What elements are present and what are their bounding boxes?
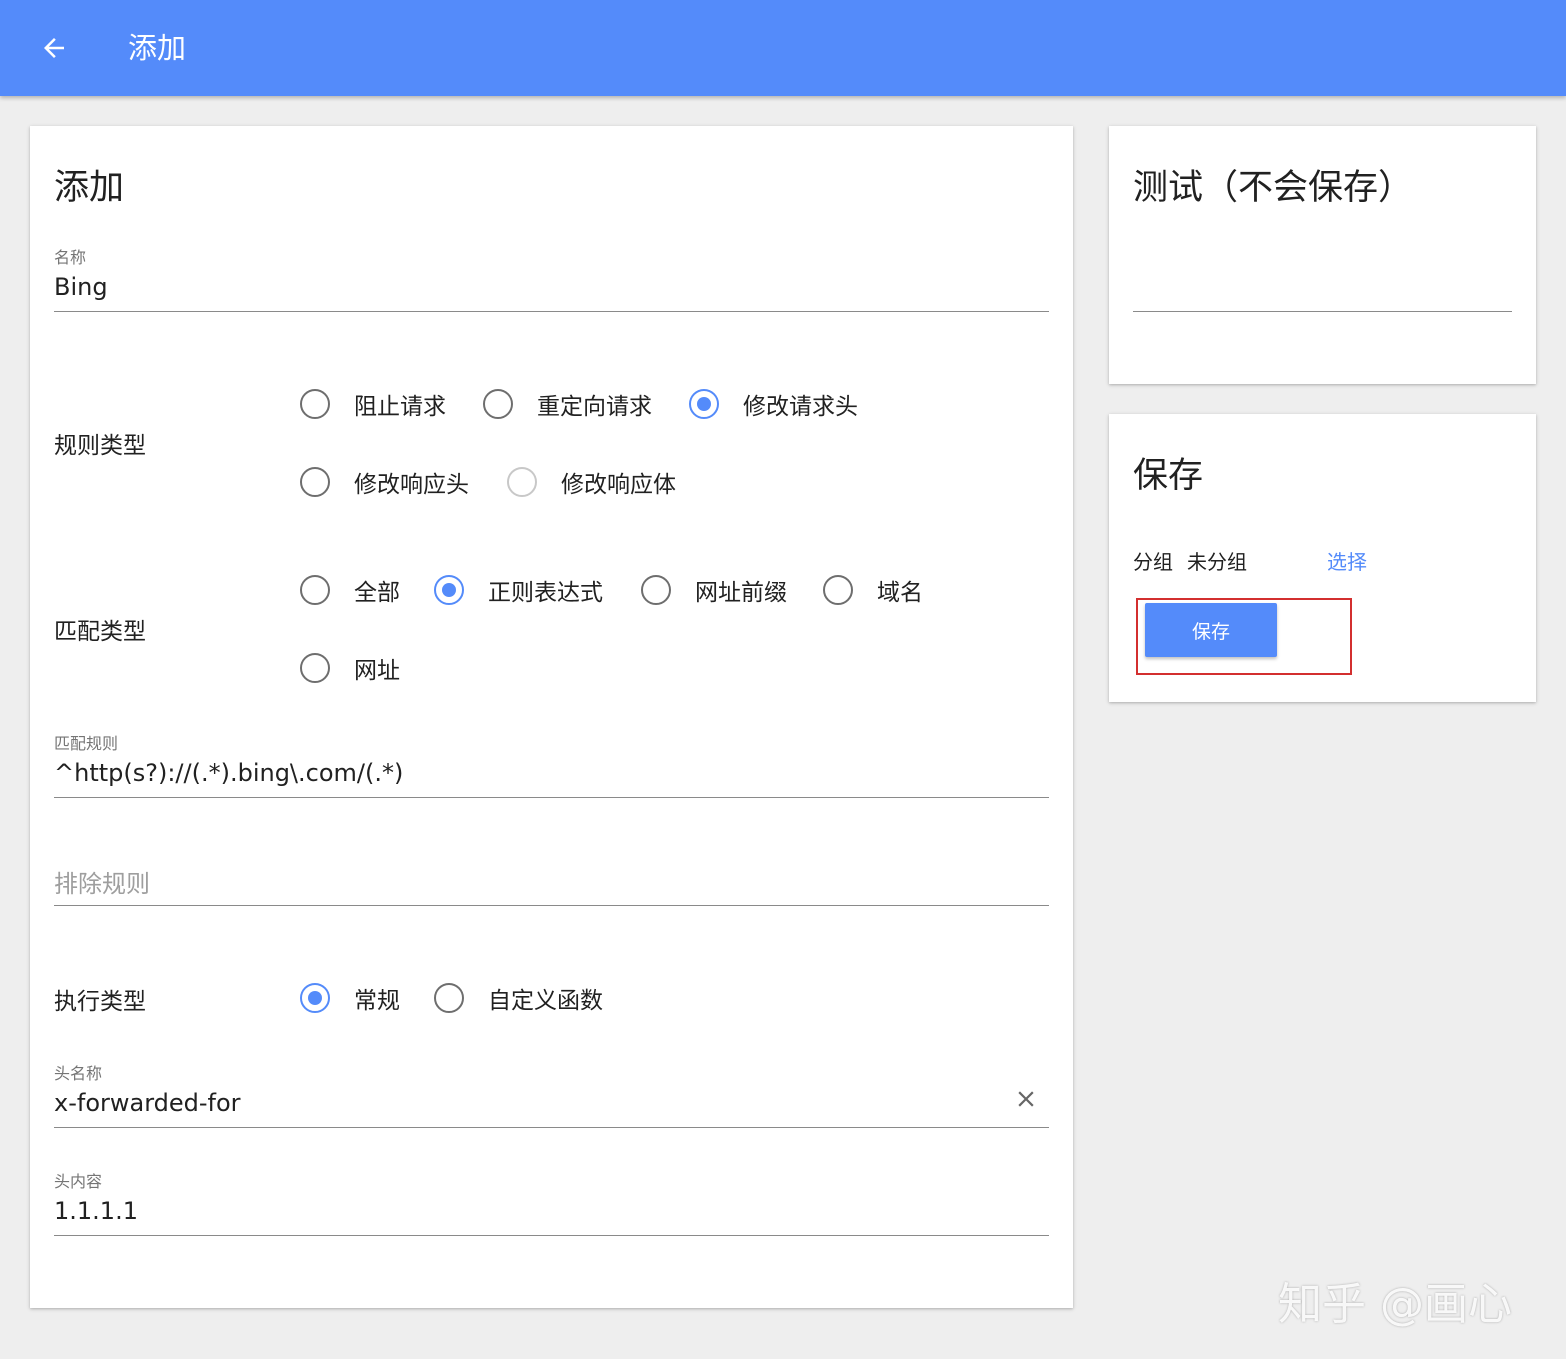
radio-checked-icon — [300, 983, 330, 1013]
header-value-underline — [54, 1235, 1049, 1236]
radio-circle-icon — [300, 653, 330, 683]
radio-label: 常规 — [354, 988, 400, 1014]
radio-redirect-request[interactable]: 重定向请求 — [483, 387, 652, 421]
radio-match-url[interactable]: 网址 — [300, 651, 400, 685]
radio-circle-icon — [300, 467, 330, 497]
radio-circle-icon — [300, 575, 330, 605]
radio-label: 正则表达式 — [488, 580, 603, 606]
match-rule-field: 匹配规则 — [54, 730, 1049, 800]
radio-circle-icon — [434, 983, 464, 1013]
test-card-title: 测试（不会保存） — [1133, 168, 1414, 208]
exclude-rule-field — [54, 866, 1049, 908]
header-name-label: 头名称 — [54, 1064, 103, 1083]
save-card-title: 保存 — [1133, 456, 1204, 496]
radio-label: 网址前缀 — [695, 580, 787, 606]
radio-exec-normal[interactable]: 常规 — [300, 981, 400, 1015]
radio-checked-icon — [434, 575, 464, 605]
header-value-label: 头内容 — [54, 1172, 103, 1191]
radio-modify-response-header[interactable]: 修改响应头 — [300, 465, 469, 499]
app-title: 添加 — [128, 31, 187, 65]
radio-circle-icon — [483, 389, 513, 419]
match-rule-underline — [54, 797, 1049, 798]
radio-label: 全部 — [354, 580, 400, 606]
test-field — [1133, 266, 1512, 314]
group-value: 未分组 — [1187, 550, 1247, 574]
radio-circle-icon — [507, 467, 537, 497]
radio-checked-icon — [689, 389, 719, 419]
header-name-input[interactable] — [54, 1086, 984, 1120]
test-underline — [1133, 311, 1512, 312]
rule-form-card: 添加 名称 规则类型 阻止请求 重定向请求 修改请求头 修改响应头 修改响应体 … — [30, 126, 1073, 1308]
radio-match-prefix[interactable]: 网址前缀 — [641, 573, 787, 607]
radio-block-request[interactable]: 阻止请求 — [300, 387, 446, 421]
radio-match-domain[interactable]: 域名 — [823, 573, 923, 607]
name-label: 名称 — [54, 248, 87, 267]
name-input[interactable] — [54, 270, 1049, 304]
watermark: 知乎 @画心 — [1278, 1279, 1512, 1330]
save-button[interactable]: 保存 — [1145, 603, 1277, 657]
radio-label: 修改请求头 — [743, 394, 858, 420]
match-rule-input[interactable] — [54, 756, 1049, 790]
radio-label: 阻止请求 — [354, 394, 446, 420]
name-field: 名称 — [54, 244, 1049, 314]
radio-modify-response-body[interactable]: 修改响应体 — [507, 465, 676, 499]
radio-circle-icon — [641, 575, 671, 605]
radio-label: 修改响应体 — [561, 472, 676, 498]
header-name-underline — [54, 1127, 1049, 1128]
radio-label: 重定向请求 — [537, 394, 652, 420]
select-group-link[interactable]: 选择 — [1327, 546, 1367, 575]
radio-label: 网址 — [354, 658, 400, 684]
radio-match-all[interactable]: 全部 — [300, 573, 400, 607]
radio-circle-icon — [823, 575, 853, 605]
test-card: 测试（不会保存） — [1109, 126, 1536, 384]
header-value-field: 头内容 — [54, 1168, 1049, 1238]
group-label: 分组 — [1133, 550, 1173, 574]
exclude-rule-underline — [54, 905, 1049, 906]
radio-label: 自定义函数 — [488, 988, 603, 1014]
radio-label: 域名 — [877, 580, 923, 606]
header-name-field: 头名称 — [54, 1060, 1049, 1130]
radio-match-regex[interactable]: 正则表达式 — [434, 573, 603, 607]
match-type-label: 匹配类型 — [54, 619, 146, 645]
rule-type-label: 规则类型 — [54, 433, 146, 459]
close-icon[interactable] — [1013, 1086, 1039, 1112]
save-card: 保存 分组 未分组 选择 保存 — [1109, 414, 1536, 702]
radio-circle-icon — [300, 389, 330, 419]
card-title: 添加 — [54, 168, 125, 208]
radio-modify-request-header[interactable]: 修改请求头 — [689, 387, 858, 421]
name-underline — [54, 311, 1049, 312]
app-bar: 添加 — [0, 0, 1566, 96]
exec-type-label: 执行类型 — [54, 989, 146, 1015]
test-input[interactable] — [1133, 266, 1512, 306]
radio-label: 修改响应头 — [354, 472, 469, 498]
exclude-rule-input[interactable] — [54, 866, 1049, 902]
header-value-input[interactable] — [54, 1194, 1049, 1228]
match-rule-label: 匹配规则 — [54, 734, 119, 753]
arrow-left-icon[interactable] — [36, 30, 72, 66]
radio-exec-custom-function[interactable]: 自定义函数 — [434, 981, 603, 1015]
